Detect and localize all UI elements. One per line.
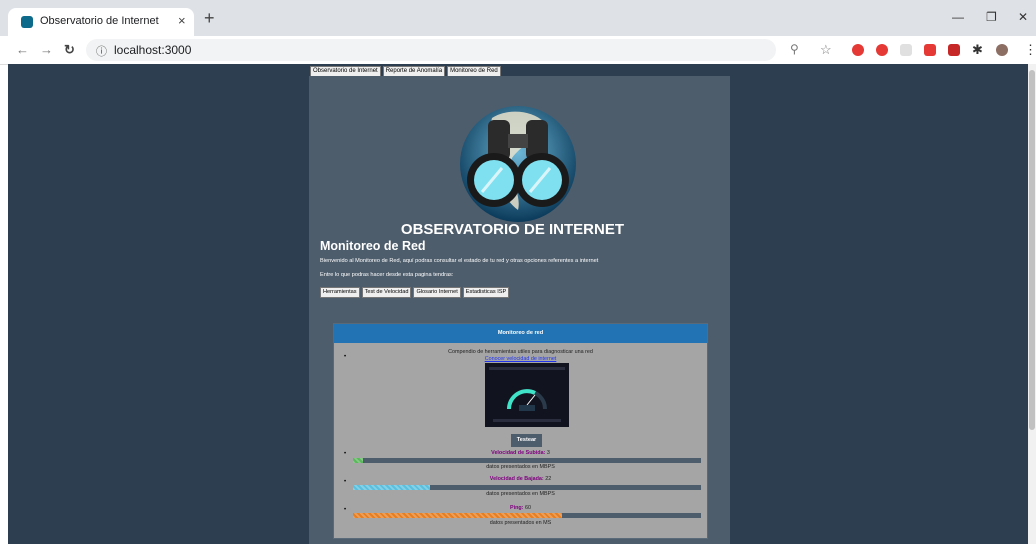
ping-progress-fill: [353, 513, 562, 518]
test-velocidad-button[interactable]: Test de Velocidad: [361, 287, 412, 298]
window-close-icon[interactable]: ✕: [1018, 10, 1028, 24]
upload-value: 3: [546, 450, 550, 456]
testear-button[interactable]: Testear: [511, 434, 542, 447]
bookmark-star-icon[interactable]: ☆: [820, 42, 832, 58]
back-icon[interactable]: ←: [16, 42, 29, 57]
section-buttons: Herramientas Test de Velocidad Glosario …: [320, 287, 510, 298]
card-subtitle: Compendio de herramientas utiles para di…: [448, 349, 593, 355]
estadisticas-button[interactable]: Estadisticas ISP: [462, 287, 510, 298]
upload-progress-bar: [353, 458, 701, 463]
zoom-icon[interactable]: ⚲: [790, 42, 799, 56]
page-title: Monitoreo de Red: [320, 239, 426, 253]
scrollbar-thumb[interactable]: [1029, 70, 1035, 430]
binoculars-globe-logo: [460, 106, 576, 222]
browser-tab-strip: Observatorio de Internet × + — ❐ ✕: [0, 0, 1036, 36]
ublock-extension-icon[interactable]: [876, 44, 888, 56]
brand-title: OBSERVATORIO DE INTERNET: [400, 221, 624, 238]
restore-icon[interactable]: ❐: [986, 10, 997, 24]
browser-tab[interactable]: Observatorio de Internet ×: [8, 8, 194, 36]
ping-label: Ping: 60: [510, 505, 531, 511]
ping-value: 60: [524, 505, 531, 511]
glosario-button[interactable]: Glosario Internet: [413, 287, 461, 298]
tab-close-icon[interactable]: ×: [178, 13, 186, 28]
minimize-icon[interactable]: —: [952, 10, 964, 24]
reload-icon[interactable]: ↻: [64, 42, 75, 58]
main-panel: OBSERVATORIO DE INTERNET Monitoreo de Re…: [309, 76, 730, 544]
menu-kebab-icon[interactable]: ⋮: [1024, 42, 1036, 58]
address-bar[interactable]: ⓘ localhost:3000: [86, 39, 776, 61]
upload-note: datos presentados en MBPS: [486, 464, 555, 470]
profile-avatar-icon[interactable]: [996, 44, 1008, 56]
download-note: datos presentados en MBPS: [486, 491, 555, 497]
ping-note: datos presentados en MS: [489, 520, 552, 526]
extensions-puzzle-icon[interactable]: ✱: [972, 42, 983, 58]
herramientas-button[interactable]: Herramientas: [320, 287, 360, 298]
red-extension-icon[interactable]: [924, 44, 936, 56]
url-text: localhost:3000: [114, 43, 192, 57]
browser-toolbar: ← → ↻ ⓘ localhost:3000 ⚲ ☆ ✱ ⋮: [0, 36, 1036, 65]
new-tab-icon[interactable]: +: [204, 8, 215, 29]
react-favicon-icon: [21, 16, 33, 28]
card-header: Monitoreo de red: [334, 324, 707, 343]
tab-title: Observatorio de Internet: [40, 15, 159, 27]
forward-icon[interactable]: →: [40, 42, 53, 57]
lead-text: Entre lo que podras hacer desde esta pag…: [320, 272, 454, 278]
download-value: 22: [545, 476, 552, 482]
monitoreo-card: Monitoreo de red • Compendio de herramie…: [333, 323, 708, 539]
speed-test-link[interactable]: Conocer velocidad de internet: [334, 356, 707, 362]
adblock-extension-icon[interactable]: [852, 44, 864, 56]
upload-label: Velocidad de Subida: 3: [491, 450, 550, 456]
document-extension-icon[interactable]: [900, 44, 912, 56]
upload-progress-fill: [353, 458, 364, 463]
screenshot-extension-icon[interactable]: [948, 44, 960, 56]
download-progress-fill: [353, 485, 430, 490]
download-progress-bar: [353, 485, 701, 490]
info-icon[interactable]: ⓘ: [96, 43, 107, 59]
download-label: Velocidad de Bajada: 22: [489, 476, 552, 482]
intro-text: Bienvenido al Monitoreo de Red, aquí pod…: [320, 258, 599, 264]
speedometer-image: [485, 363, 569, 427]
ping-progress-bar: [353, 513, 701, 518]
